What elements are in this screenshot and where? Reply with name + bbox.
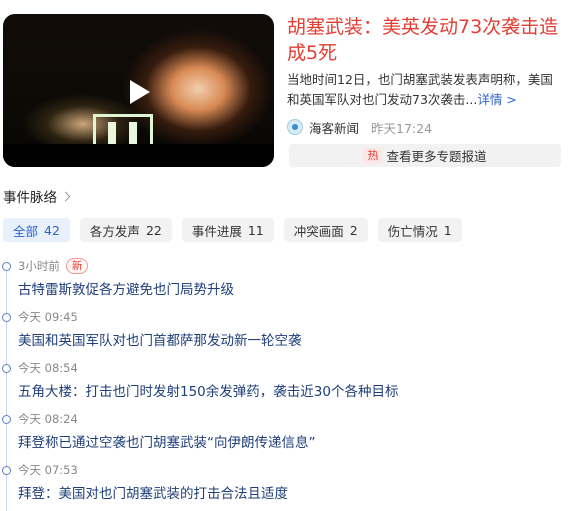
timeline-time-text: 今天 08:24: [18, 412, 78, 426]
timeline-headline[interactable]: 拜登：美国对也门胡塞武装的打击合法且适度: [18, 482, 288, 502]
timeline-item[interactable]: 3小时前 新 古特雷斯敦促各方避免也门局势升级: [0, 258, 560, 308]
filter-count: 2: [349, 222, 358, 238]
filter-label: 冲突画面: [293, 223, 344, 239]
filter-label: 全部: [13, 223, 39, 239]
timeline-item[interactable]: 今天 08:54 五角大楼：打击也门时发射150余发弹药，袭击近30个各种目标: [0, 360, 560, 410]
timeline-dot: [2, 415, 11, 424]
source-row: 海客新闻 昨天17:24: [287, 118, 432, 136]
filter-tab-all[interactable]: 全部 42: [3, 218, 70, 242]
filter-count: 42: [44, 222, 60, 238]
timeline-headline[interactable]: 美国和英国军队对也门首都萨那发动新一轮空袭: [18, 329, 302, 349]
article-summary: 当地时间12日，也门胡塞武装发表声明称，美国和英国军队对也门发动73次袭击...…: [287, 70, 565, 110]
timeline-item[interactable]: 今天 08:24 拜登称已通过空袭也门胡塞武装“向伊朗传递信息”: [0, 411, 560, 461]
timeline-time-text: 今天 08:54: [18, 361, 78, 375]
section-title[interactable]: 事件脉络: [3, 186, 71, 206]
section-title-text: 事件脉络: [3, 190, 57, 206]
new-badge: 新: [65, 258, 89, 274]
article-headline[interactable]: 胡塞武装：美英发动73次袭击造成5死: [287, 14, 567, 66]
source-name[interactable]: 海客新闻: [309, 118, 359, 137]
timeline-time-text: 3小时前: [18, 259, 60, 273]
filter-tab-casualties[interactable]: 伤亡情况 1: [377, 218, 462, 242]
timeline-item[interactable]: 今天 09:45 美国和英国军队对也门首都萨那发动新一轮空袭: [0, 309, 560, 359]
timeline-dot: [2, 466, 11, 475]
timeline-item[interactable]: 今天 07:53 拜登：美国对也门胡塞武装的打击合法且适度: [0, 462, 560, 511]
timeline-time: 3小时前 新: [18, 258, 89, 274]
filter-tab-footage[interactable]: 冲突画面 2: [283, 218, 368, 242]
details-link[interactable]: 详情 >: [477, 92, 516, 107]
hot-badge: 热: [363, 147, 383, 164]
filter-label: 各方发声: [89, 223, 140, 239]
publish-time: 昨天17:24: [371, 120, 433, 136]
filter-tabs: 全部 42 各方发声 22 事件进展 11 冲突画面 2 伤亡情况 1: [3, 218, 462, 242]
timeline-dot: [2, 313, 11, 322]
filter-label: 事件进展: [191, 223, 242, 239]
timeline-time: 今天 09:45: [18, 309, 78, 325]
thumbnail-scene: [93, 114, 153, 144]
timeline-headline[interactable]: 五角大楼：打击也门时发射150余发弹药，袭击近30个各种目标: [18, 380, 398, 400]
timeline-dot: [2, 262, 11, 271]
filter-label: 伤亡情况: [387, 223, 438, 239]
timeline-time-text: 今天 09:45: [18, 310, 78, 324]
timeline-time: 今天 08:24: [18, 411, 78, 427]
more-topics-button[interactable]: 热 查看更多专题报道: [289, 144, 561, 167]
more-topics-label: 查看更多专题报道: [386, 149, 487, 164]
filter-count: 1: [443, 222, 452, 238]
play-icon[interactable]: [130, 80, 150, 104]
chevron-right-icon: [60, 191, 71, 201]
video-thumbnail[interactable]: [3, 14, 274, 167]
timeline-time: 今天 08:54: [18, 360, 78, 376]
timeline-time-text: 今天 07:53: [18, 463, 78, 477]
filter-tab-progress[interactable]: 事件进展 11: [181, 218, 274, 242]
filter-count: 22: [145, 222, 162, 238]
filter-tab-statements[interactable]: 各方发声 22: [79, 218, 172, 242]
filter-count: 11: [247, 222, 264, 238]
timeline-headline[interactable]: 古特雷斯敦促各方避免也门局势升级: [18, 278, 234, 298]
timeline-dot: [2, 364, 11, 373]
globe-logo-icon: [287, 119, 303, 135]
timeline-time: 今天 07:53: [18, 462, 78, 478]
timeline-headline[interactable]: 拜登称已通过空袭也门胡塞武装“向伊朗传递信息”: [18, 431, 316, 451]
